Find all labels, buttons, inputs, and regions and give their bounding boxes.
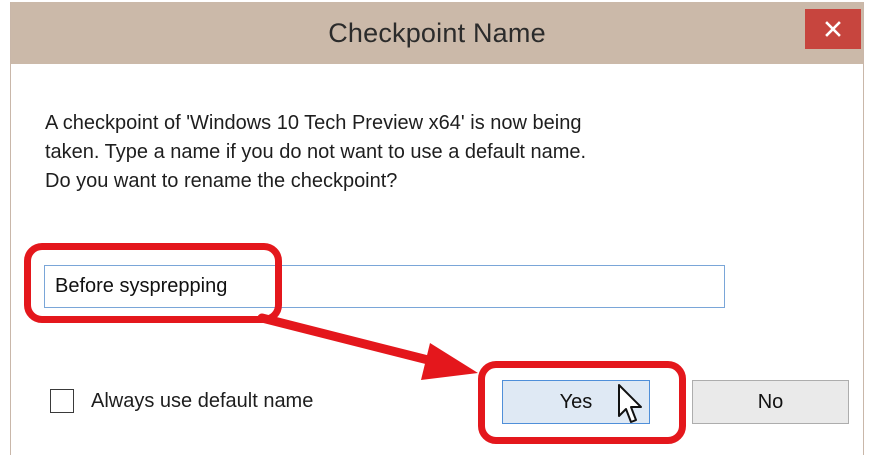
input-highlight-box bbox=[24, 243, 282, 323]
window-title: Checkpoint Name bbox=[328, 18, 546, 48]
message-line-2: taken. Type a name if you do not want to… bbox=[45, 141, 587, 163]
always-default-name-checkbox[interactable] bbox=[50, 389, 74, 413]
close-icon bbox=[825, 21, 841, 37]
title-bar[interactable]: Checkpoint Name bbox=[11, 2, 863, 64]
close-button[interactable] bbox=[805, 9, 861, 49]
message-line-1: A checkpoint of 'Windows 10 Tech Preview… bbox=[45, 112, 582, 134]
screenshot-stage: Checkpoint Name A checkpoint of 'Windows… bbox=[0, 0, 870, 455]
no-button[interactable]: No bbox=[692, 380, 849, 424]
message-line-3: Do you want to rename the checkpoint? bbox=[45, 170, 398, 192]
always-default-name-label: Always use default name bbox=[91, 390, 314, 412]
dialog-message: A checkpoint of 'Windows 10 Tech Preview… bbox=[45, 109, 805, 196]
yes-highlight-box bbox=[478, 361, 686, 444]
checkpoint-name-dialog: Checkpoint Name A checkpoint of 'Windows… bbox=[10, 2, 864, 455]
